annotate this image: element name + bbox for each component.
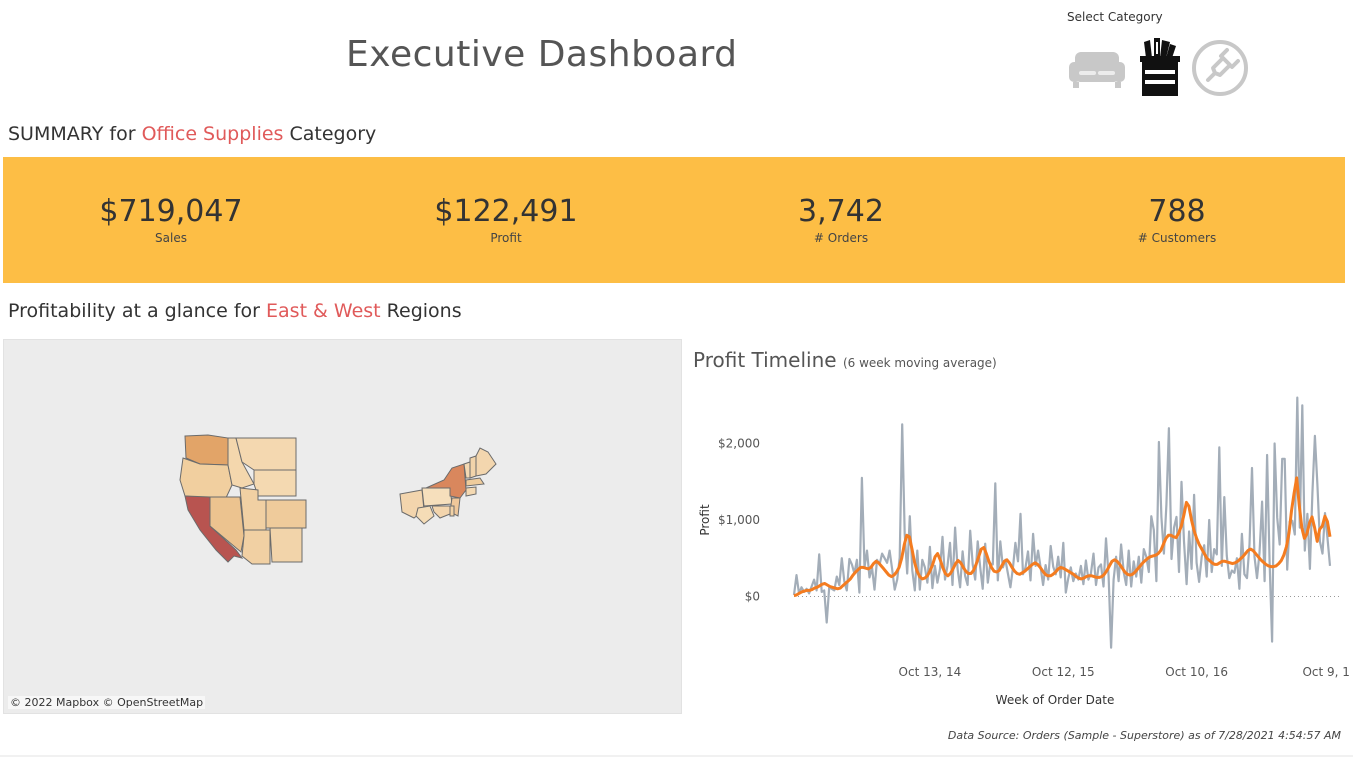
kpi-value: $122,491 [434,194,578,229]
state-maine[interactable] [475,447,497,477]
kpi-label: # Customers [1137,231,1217,245]
state-pennsylvania[interactable] [421,487,453,507]
y-axis-title: Profit [698,504,712,536]
map-credit: © 2022 Mapbox © OpenStreetMap [8,696,206,709]
kpi-customers: 788 # Customers [1057,194,1297,246]
select-category-label: Select Category [1067,10,1163,24]
state-wyoming[interactable] [253,469,297,497]
plug-icon [1192,40,1248,96]
y-tick-label: $1,000 [718,513,760,527]
region-highlight: East & West [266,300,381,322]
kpi-label: # Orders [813,231,869,245]
kpi-value: $719,047 [99,194,243,229]
x-tick-label: Oct 9, 17 [1302,665,1350,679]
x-tick-label: Oct 12, 15 [1032,665,1095,679]
state-west-virginia[interactable] [415,505,435,525]
kpi-band: $719,047 Sales $122,491 Profit 3,742 # O… [3,157,1345,283]
profit-timeline-chart[interactable]: $0 $1,000 $2,000 Oct 13, 14 Oct 12, 15 Oct 10… [690,380,1350,710]
state-map[interactable] [4,340,681,713]
kpi-label: Sales [155,231,187,245]
state-arizona[interactable] [241,529,271,565]
bottom-divider [0,755,1353,757]
kpi-value: 3,742 [798,194,884,229]
summary-category: Office Supplies [141,123,284,145]
chart-subtitle: (6 week moving average) [842,356,997,370]
y-tick-label: $2,000 [718,437,760,451]
x-tick-label: Oct 13, 14 [899,665,962,679]
state-new-mexico[interactable] [269,527,303,563]
page-title: Executive Dashboard [346,34,738,75]
category-technology-button[interactable] [1190,38,1250,98]
kpi-label: Profit [490,231,522,245]
x-tick-label: Oct 10, 16 [1165,665,1228,679]
weekly-profit-line [792,396,1332,649]
summary-heading: SUMMARY for Office Supplies Category [8,123,377,145]
x-axis-title: Week of Order Date [996,693,1115,707]
sofa-icon [1069,52,1125,88]
pencil-cup-icon [1140,38,1180,96]
state-maryland[interactable] [431,505,451,519]
kpi-profit: $122,491 Profit [386,194,626,246]
state-colorado[interactable] [265,499,307,529]
category-furniture-button[interactable] [1067,38,1127,98]
state-montana[interactable] [235,437,297,471]
chart-title: Profit Timeline (6 week moving average) [693,348,997,372]
state-delaware[interactable] [449,505,455,517]
kpi-value: 788 [1148,194,1206,229]
kpi-sales: $719,047 Sales [51,194,291,246]
state-massachusetts[interactable] [465,477,485,487]
data-source-note: Data Source: Orders (Sample - Superstore… [947,729,1341,742]
state-new-hampshire[interactable] [469,455,477,479]
state-connecticut[interactable] [465,486,477,497]
y-tick-label: $0 [745,589,760,603]
profit-map[interactable]: © 2022 Mapbox © OpenStreetMap [3,339,682,714]
region-heading: Profitability at a glance for East & Wes… [8,300,462,322]
kpi-orders: 3,742 # Orders [721,194,961,246]
category-office-supplies-button[interactable] [1130,38,1190,98]
